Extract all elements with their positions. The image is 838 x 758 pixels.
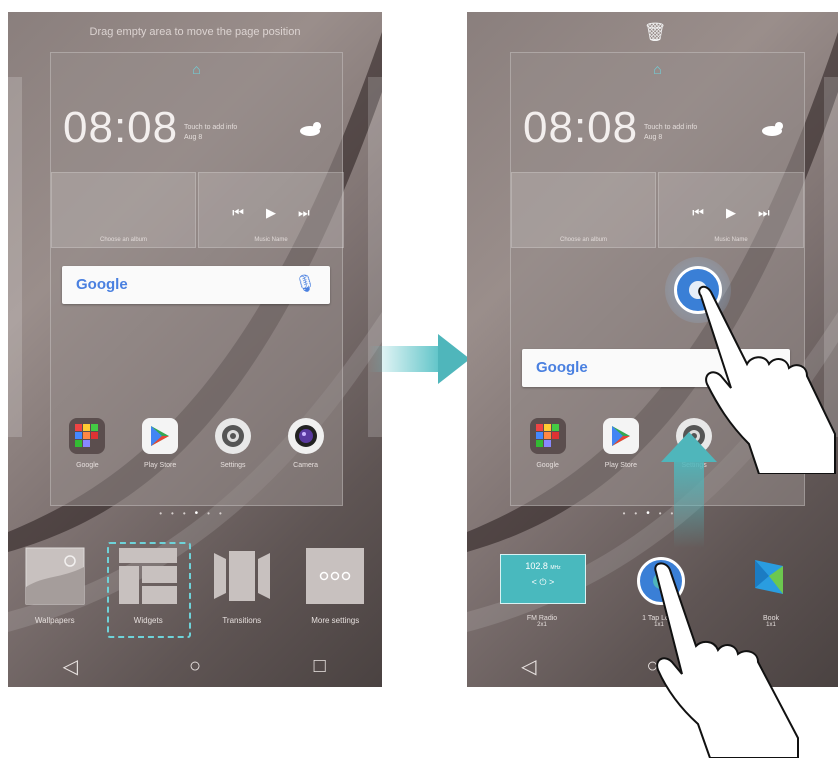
play-icon[interactable]: ▶ [266, 205, 276, 221]
back-icon[interactable]: ◁ [509, 654, 549, 679]
next-track-icon[interactable]: ⏭ [298, 205, 310, 221]
pointing-hand-tap-icon [654, 562, 799, 758]
app-label: Play Store [604, 462, 638, 469]
weather-cloud-icon [300, 122, 321, 136]
weather-cloud-icon [762, 122, 783, 136]
home-icon[interactable]: ⌂ [648, 61, 668, 77]
app-play-store[interactable]: Play Store [135, 418, 185, 469]
tray-transitions[interactable]: Transitions [205, 547, 279, 625]
next-track-icon[interactable]: ⏭ [758, 205, 770, 221]
app-label: Settings [220, 462, 246, 469]
album-widget[interactable]: Choose an album [51, 172, 196, 248]
tray-widgets[interactable]: Widgets [107, 542, 192, 638]
phone-screen-left: Drag empty area to move the page positio… [8, 12, 382, 687]
drag-up-arrow-shaft [674, 452, 704, 548]
transition-arrow-icon [438, 334, 470, 384]
clock-time: 08:08 [523, 103, 639, 152]
prev-page-preview[interactable] [8, 77, 22, 437]
music-caption: Music Name [714, 237, 748, 243]
google-logo: Google [76, 276, 128, 293]
mic-icon[interactable]: 🎙 [294, 274, 316, 294]
app-label: Camera [293, 462, 319, 469]
app-settings[interactable]: Settings [208, 418, 258, 469]
transitions-icon [213, 551, 270, 601]
play-store-icon [142, 418, 179, 454]
drag-hint-text: Drag empty area to move the page positio… [89, 26, 301, 38]
clock-info-line: Touch to add info [184, 124, 238, 131]
clock-subtext: Touch to add info Aug 8 [644, 123, 697, 143]
home-page-preview[interactable]: ⌂ 08:08 Touch to add info Aug 8 Choose a… [50, 52, 344, 506]
app-label: Google [76, 462, 99, 469]
music-controls: ⏮ ▶ ⏭ [659, 205, 803, 221]
tray-wallpapers[interactable]: Wallpapers [18, 547, 92, 625]
app-play-store[interactable]: Play Store [596, 418, 646, 469]
app-label: Google [536, 462, 559, 469]
prev-track-icon[interactable]: ⏮ [692, 205, 704, 221]
clock-time: 08:08 [63, 103, 179, 152]
tray-label: More settings [311, 616, 360, 625]
home-button-icon[interactable]: ○ [175, 655, 215, 678]
clock-date-line: Aug 8 [644, 134, 663, 141]
trash-icon[interactable]: 🗑 [643, 22, 667, 43]
recents-icon[interactable]: □ [300, 655, 340, 678]
app-row: Google Play Store Settings Camera [51, 418, 342, 469]
music-widget[interactable]: ⏮ ▶ ⏭ Music Name [658, 172, 804, 248]
app-label: Play Store [143, 462, 177, 469]
page-indicator: ••••• [622, 508, 683, 519]
nav-bar: ◁ ○ □ [8, 645, 382, 687]
album-caption: Choose an album [559, 237, 608, 243]
app-google-folder[interactable]: Google [62, 418, 112, 469]
music-widget[interactable]: ⏮ ▶ ⏭ Music Name [198, 172, 344, 248]
music-caption: Music Name [254, 237, 288, 243]
music-controls: ⏮ ▶ ⏭ [199, 205, 343, 221]
google-logo: Google [536, 359, 588, 376]
folder-icon [69, 418, 106, 454]
album-widget[interactable]: Choose an album [511, 172, 656, 248]
widgets-selection-frame [107, 542, 192, 638]
edit-tray: Wallpapers Widgets Transitions More sett… [8, 542, 382, 638]
fm-frequency: 102.8 MHz [525, 561, 561, 571]
folder-icon [529, 418, 566, 454]
tray-more-settings[interactable]: More settings [298, 547, 372, 625]
prev-track-icon[interactable]: ⏮ [232, 205, 244, 221]
more-dots-icon [306, 548, 365, 604]
home-icon[interactable]: ⌂ [187, 61, 207, 77]
tray-label: Transitions [222, 616, 262, 625]
fm-radio-widget[interactable]: 102.8 MHz < ⏻ > [500, 554, 586, 604]
play-icon[interactable]: ▶ [726, 205, 736, 221]
settings-gear-icon [214, 418, 251, 454]
next-page-preview[interactable] [368, 77, 382, 437]
google-search-bar[interactable]: Google 🎙 [62, 266, 330, 304]
transition-arrow-shaft [368, 346, 440, 372]
clock-date-line: Aug 8 [184, 134, 203, 141]
back-icon[interactable]: ◁ [50, 654, 90, 679]
wallpaper-icon [25, 547, 85, 605]
drag-up-arrow-icon [661, 432, 717, 462]
fm-radio-label: FM Radio 2x1 [526, 615, 558, 628]
album-caption: Choose an album [99, 237, 148, 243]
play-store-icon [602, 418, 639, 454]
clock-subtext: Touch to add info Aug 8 [184, 123, 237, 143]
fm-controls[interactable]: < ⏻ > [501, 577, 585, 588]
camera-icon [287, 418, 324, 454]
app-camera[interactable]: Camera [281, 418, 331, 469]
clock-info-line: Touch to add info [644, 124, 698, 131]
tray-label: Wallpapers [34, 616, 75, 625]
app-google-folder[interactable]: Google [523, 418, 573, 469]
page-indicator: •••••• [159, 508, 231, 519]
